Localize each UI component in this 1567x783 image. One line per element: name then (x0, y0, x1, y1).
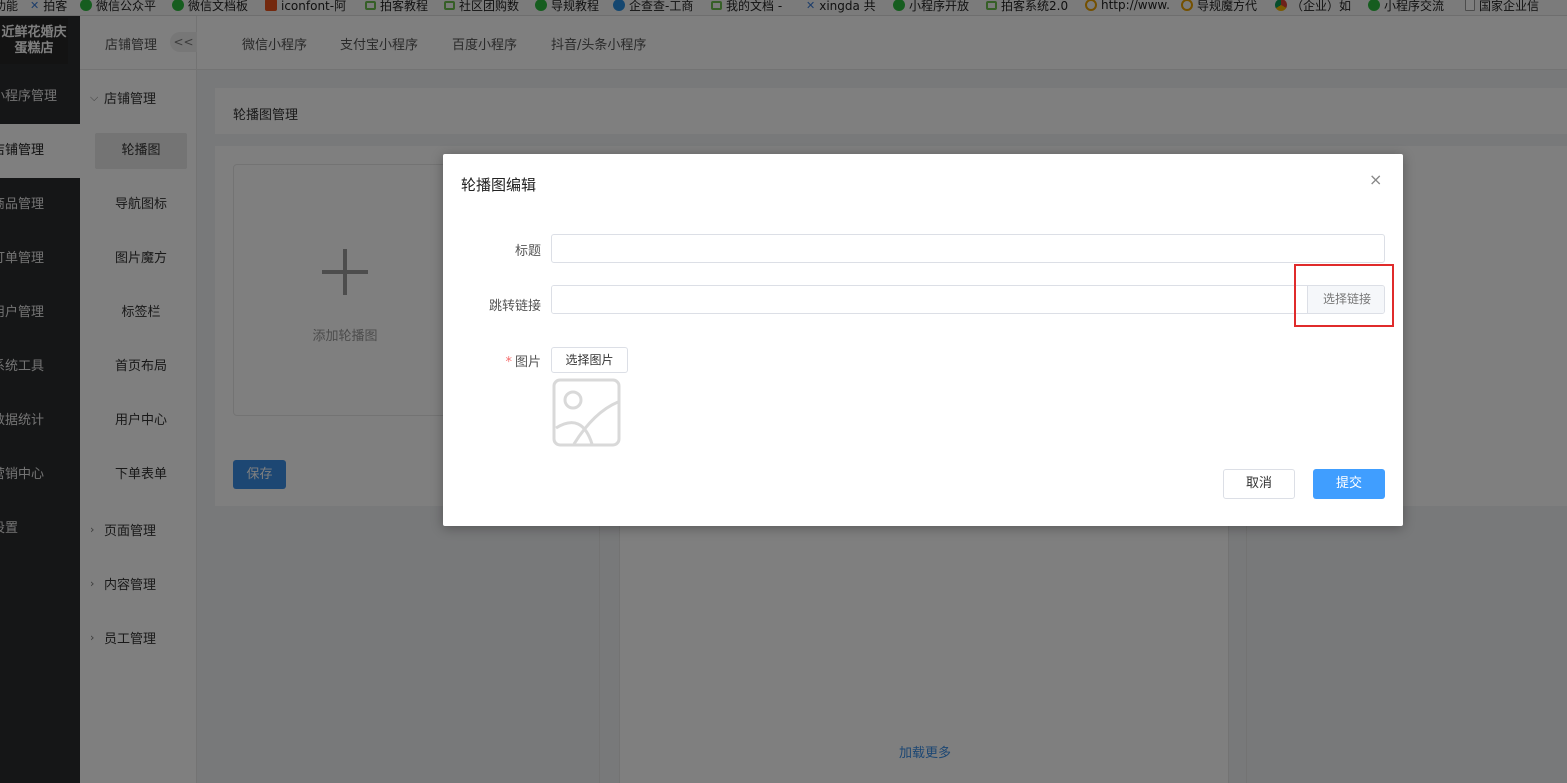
link-label: 跳转链接 (488, 299, 541, 314)
link-input-group: 选择链接 (551, 285, 1385, 314)
highlight-box (1294, 264, 1394, 327)
select-image-button[interactable]: 选择图片 (551, 347, 628, 373)
dialog-title: 轮播图编辑 (461, 176, 537, 194)
title-label: 标题 (514, 244, 541, 259)
image-label-text: 图片 (514, 355, 541, 370)
link-input[interactable] (552, 286, 1307, 313)
submit-button[interactable]: 提交 (1313, 469, 1385, 499)
carousel-edit-dialog: 轮播图编辑 × 标题 跳转链接 选择链接 * 图片 选择图片 取消 提交 (443, 154, 1403, 526)
required-mark: * (505, 355, 512, 370)
close-icon[interactable]: × (1369, 170, 1382, 189)
image-label: * 图片 (443, 351, 541, 370)
image-placeholder-icon (552, 378, 621, 447)
title-input[interactable] (551, 234, 1385, 263)
cancel-button[interactable]: 取消 (1223, 469, 1295, 499)
